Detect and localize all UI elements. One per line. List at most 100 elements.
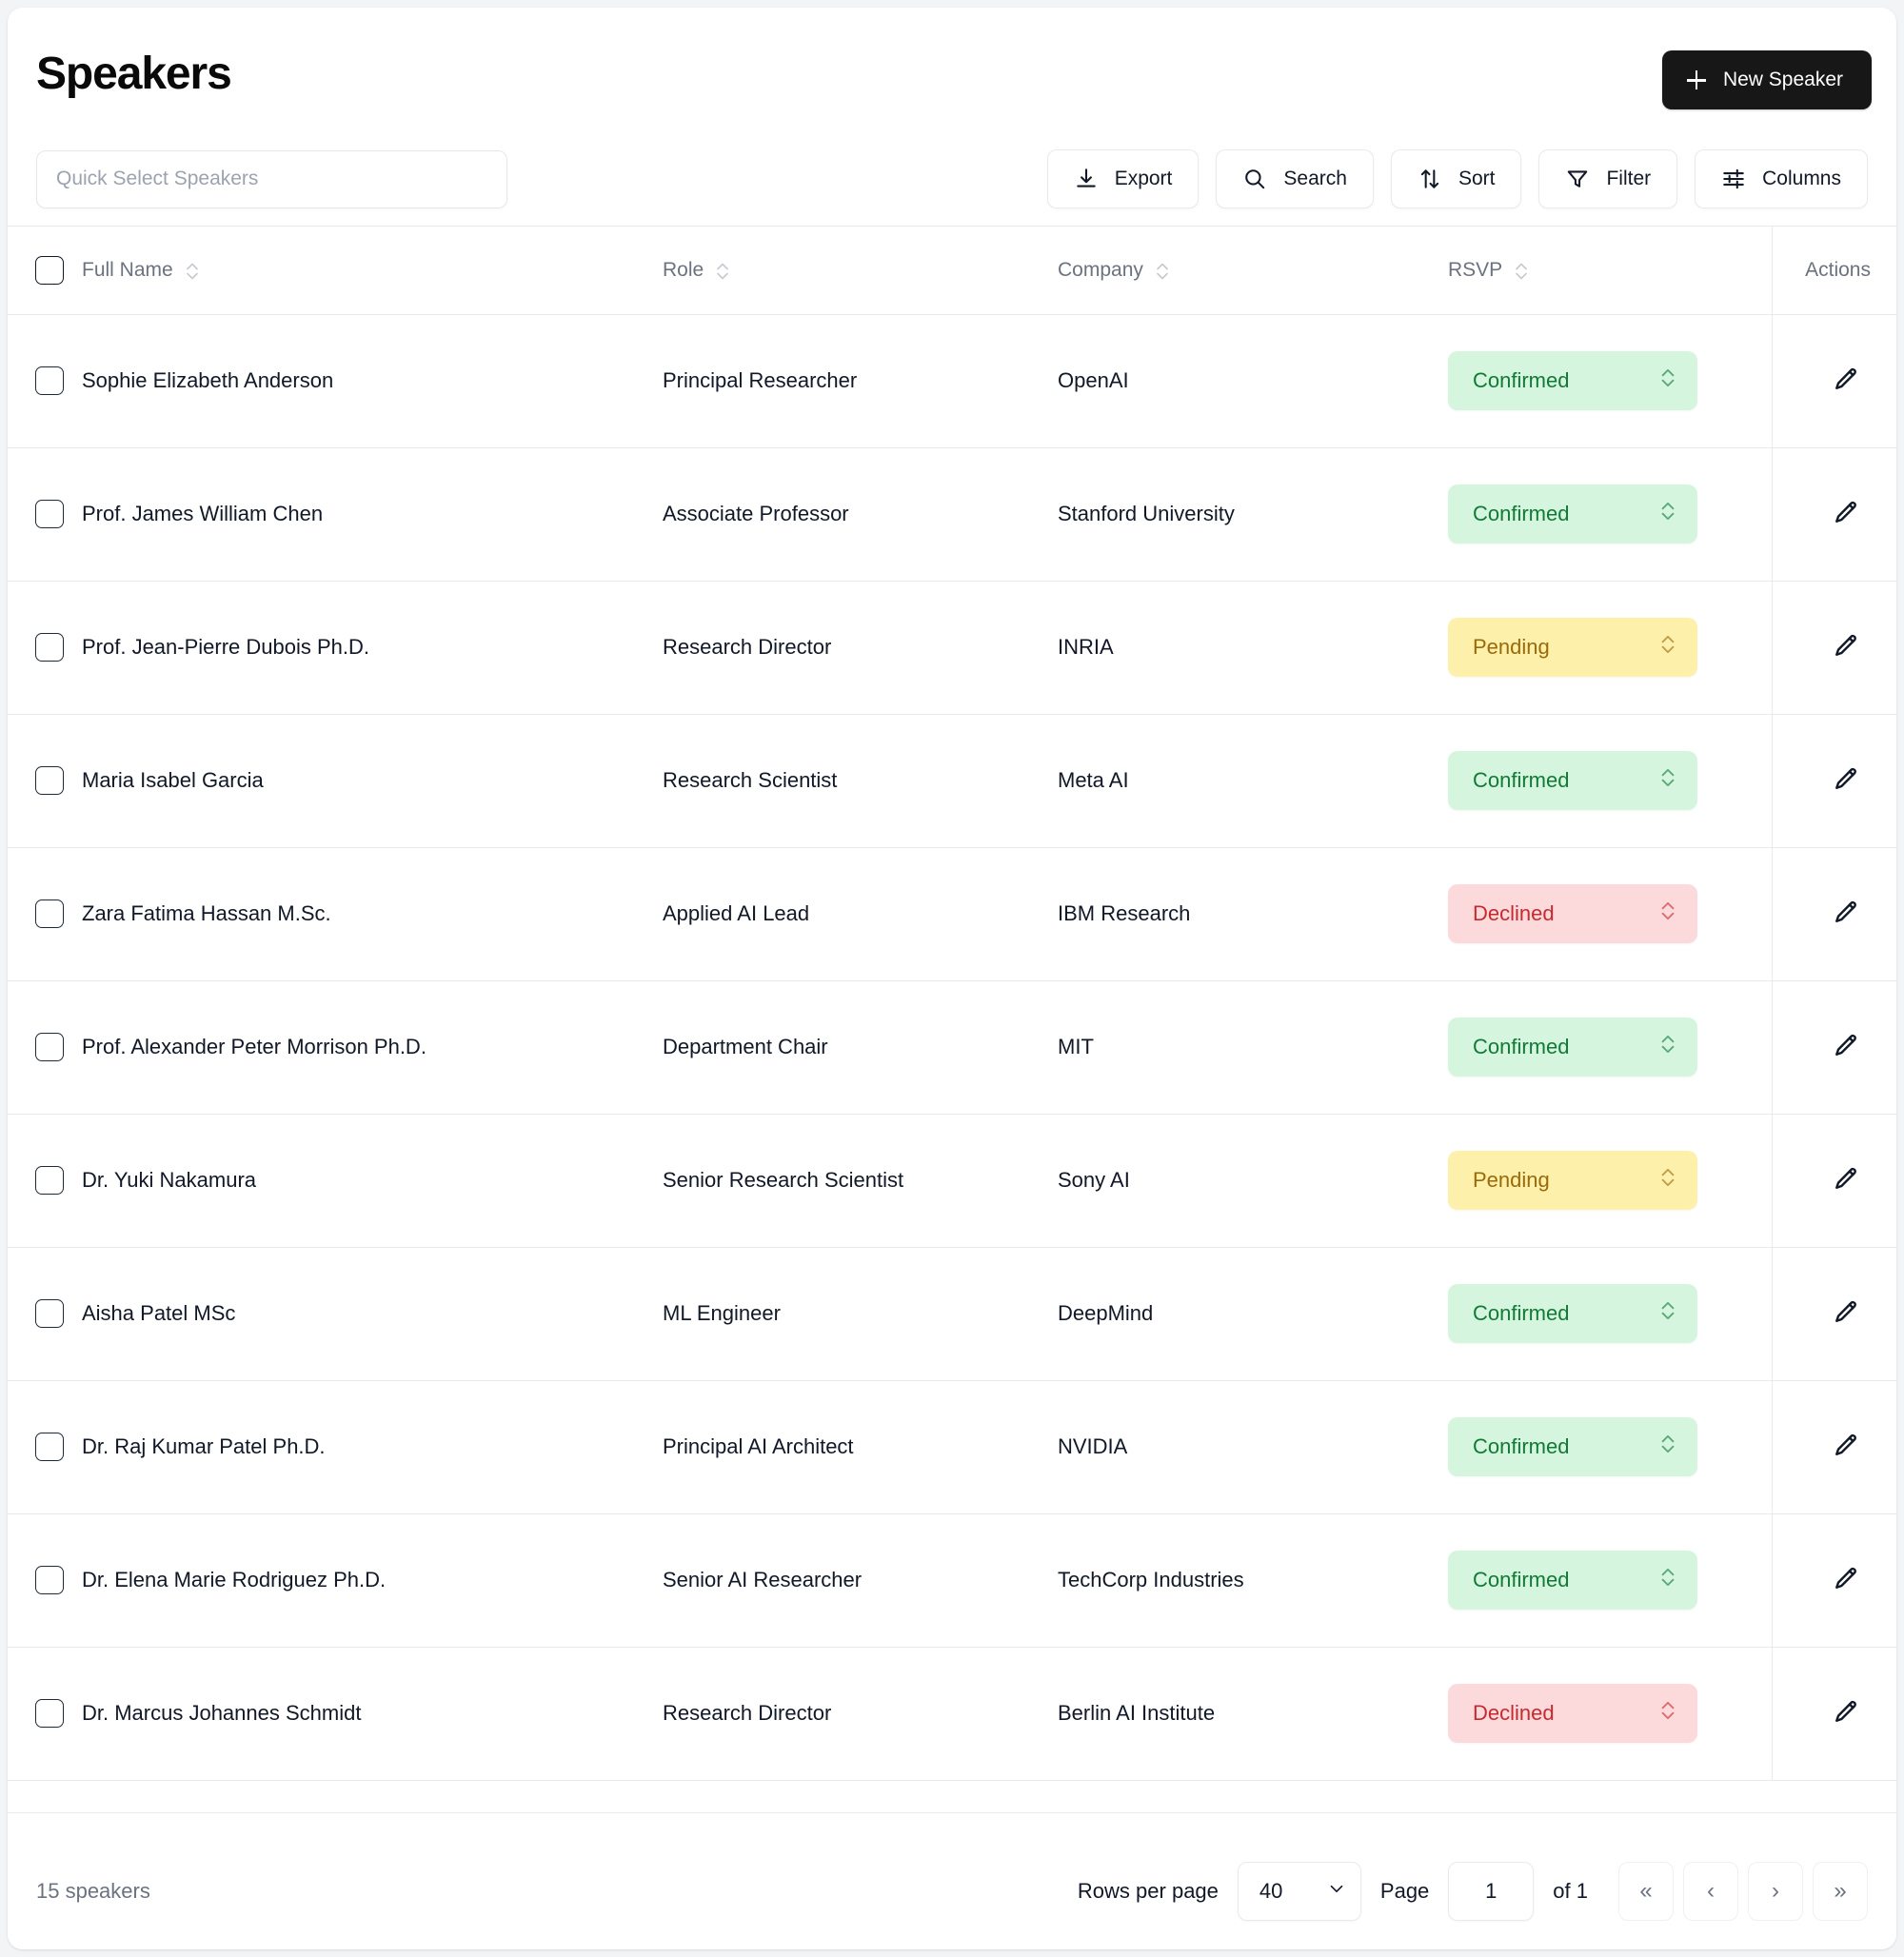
table-row[interactable]: Sophie Elizabeth Anderson Principal Resea…	[8, 314, 1896, 448]
cell-full-name: Prof. Alexander Peter Morrison Ph.D.	[82, 980, 663, 1115]
rsvp-status-select[interactable]: Pending	[1448, 1151, 1697, 1210]
cell-actions	[1771, 1513, 1896, 1648]
page-title: Speakers	[36, 49, 232, 99]
row-select-checkbox[interactable]	[35, 1033, 64, 1061]
new-speaker-button[interactable]: New Speaker	[1661, 50, 1872, 109]
chevron-updown-icon	[1659, 632, 1676, 662]
row-select-checkbox[interactable]	[35, 766, 64, 795]
table-row[interactable]: Zara Fatima Hassan M.Sc. Applied AI Lead I…	[8, 847, 1896, 981]
pencil-icon	[1832, 499, 1860, 530]
funnel-icon	[1565, 167, 1590, 191]
columns-button[interactable]: Columns	[1695, 149, 1868, 208]
sort-button[interactable]: Sort	[1390, 149, 1522, 208]
table-row[interactable]: Prof. James William Chen Associate Profes…	[8, 447, 1896, 582]
rsvp-status-select[interactable]: Declined	[1448, 884, 1697, 943]
edit-row-button[interactable]	[1821, 623, 1871, 672]
cell-rsvp: Confirmed	[1448, 1513, 1772, 1648]
row-select-checkbox[interactable]	[35, 1166, 64, 1195]
row-select-checkbox[interactable]	[35, 1699, 64, 1728]
column-header-company[interactable]: Company	[1058, 227, 1448, 315]
first-page-button[interactable]: «	[1618, 1862, 1674, 1921]
cell-role: Senior AI Researcher	[663, 1513, 1058, 1648]
rows-per-page-select[interactable]: 40	[1237, 1862, 1361, 1921]
chevron-updown-icon	[1659, 1698, 1676, 1729]
cell-rsvp: Confirmed	[1448, 314, 1772, 448]
rsvp-status-select[interactable]: Confirmed	[1448, 1417, 1697, 1476]
row-select-checkbox[interactable]	[35, 366, 64, 395]
rsvp-status-label: Confirmed	[1473, 1301, 1570, 1325]
rsvp-status-select[interactable]: Pending	[1448, 618, 1697, 677]
table-body: Sophie Elizabeth Anderson Principal Resea…	[8, 314, 1896, 1781]
row-select-checkbox[interactable]	[35, 1299, 64, 1328]
cell-company: IBM Research	[1058, 847, 1448, 981]
rsvp-status-label: Confirmed	[1473, 1568, 1570, 1591]
sort-chevrons-icon[interactable]	[1514, 256, 1529, 285]
row-select-checkbox[interactable]	[35, 1433, 64, 1461]
row-select-cell	[8, 714, 82, 848]
edit-row-button[interactable]	[1821, 356, 1871, 405]
cell-actions	[1771, 1647, 1896, 1781]
cell-full-name: Sophie Elizabeth Anderson	[82, 314, 663, 448]
edit-row-button[interactable]	[1821, 1555, 1871, 1605]
row-select-checkbox[interactable]	[35, 1566, 64, 1594]
cell-full-name: Prof. James William Chen	[82, 447, 663, 582]
column-header-rsvp[interactable]: RSVP	[1448, 227, 1772, 315]
search-button[interactable]: Search	[1216, 149, 1374, 208]
next-page-button[interactable]: ›	[1748, 1862, 1803, 1921]
table-row[interactable]: Dr. Marcus Johannes Schmidt Research Dire…	[8, 1647, 1896, 1781]
rsvp-status-label: Confirmed	[1473, 502, 1570, 525]
rsvp-status-select[interactable]: Confirmed	[1448, 751, 1697, 810]
table-row[interactable]: Prof. Alexander Peter Morrison Ph.D. Depa…	[8, 980, 1896, 1115]
edit-row-button[interactable]	[1821, 1289, 1871, 1338]
row-select-checkbox[interactable]	[35, 899, 64, 928]
row-select-checkbox[interactable]	[35, 500, 64, 528]
column-header-full-name[interactable]: Full Name	[82, 227, 663, 315]
sort-chevrons-icon[interactable]	[715, 256, 730, 285]
pencil-icon	[1832, 765, 1860, 797]
cell-actions	[1771, 714, 1896, 848]
chevron-updown-icon	[1659, 765, 1676, 796]
edit-row-button[interactable]	[1821, 1689, 1871, 1738]
table-row[interactable]: Aisha Patel MSc ML Engineer DeepMind Confir…	[8, 1247, 1896, 1381]
table-row[interactable]: Prof. Jean-Pierre Dubois Ph.D. Research D…	[8, 581, 1896, 715]
edit-row-button[interactable]	[1821, 489, 1871, 539]
rsvp-status-select[interactable]: Confirmed	[1448, 1018, 1697, 1077]
rsvp-status-select[interactable]: Confirmed	[1448, 1284, 1697, 1343]
table-row[interactable]: Dr. Elena Marie Rodriguez Ph.D. Senior AI…	[8, 1513, 1896, 1648]
sort-chevrons-icon[interactable]	[1155, 256, 1170, 285]
pencil-icon	[1832, 1698, 1860, 1730]
pencil-icon	[1832, 899, 1860, 930]
previous-page-button[interactable]: ‹	[1683, 1862, 1738, 1921]
column-header-rsvp-label: RSVP	[1448, 258, 1503, 281]
filter-button[interactable]: Filter	[1538, 149, 1678, 208]
quick-select-speakers-input[interactable]	[36, 149, 507, 208]
select-all-checkbox[interactable]	[35, 255, 64, 285]
pencil-icon	[1832, 1565, 1860, 1596]
column-header-actions-label: Actions	[1805, 258, 1871, 281]
row-select-checkbox[interactable]	[35, 633, 64, 662]
page-number-input[interactable]	[1448, 1862, 1535, 1921]
last-page-button[interactable]: »	[1813, 1862, 1868, 1921]
table-row[interactable]: Dr. Yuki Nakamura Senior Research Scienti…	[8, 1114, 1896, 1248]
edit-row-button[interactable]	[1821, 1156, 1871, 1205]
rsvp-status-select[interactable]: Declined	[1448, 1684, 1697, 1743]
table-row[interactable]: Maria Isabel Garcia Research Scientist Met…	[8, 714, 1896, 848]
cell-full-name: Dr. Marcus Johannes Schmidt	[82, 1647, 663, 1781]
cell-company: MIT	[1058, 980, 1448, 1115]
chevron-down-icon	[1326, 1878, 1347, 1905]
rsvp-status-select[interactable]: Confirmed	[1448, 484, 1697, 544]
rsvp-status-select[interactable]: Confirmed	[1448, 1551, 1697, 1610]
edit-row-button[interactable]	[1821, 1422, 1871, 1472]
sort-chevrons-icon[interactable]	[185, 256, 200, 285]
column-header-role[interactable]: Role	[663, 227, 1058, 315]
edit-row-button[interactable]	[1821, 756, 1871, 805]
rsvp-status-select[interactable]: Confirmed	[1448, 351, 1697, 410]
table-scroll-tail	[8, 1780, 1896, 1813]
speakers-table-container: Full Name Role Company RSVP Actions Soph…	[8, 226, 1896, 1833]
table-row[interactable]: Dr. Raj Kumar Patel Ph.D. Principal AI Ar…	[8, 1380, 1896, 1514]
export-button[interactable]: Export	[1046, 149, 1200, 208]
edit-row-button[interactable]	[1821, 1022, 1871, 1072]
edit-row-button[interactable]	[1821, 889, 1871, 939]
row-select-cell	[8, 980, 82, 1115]
columns-button-label: Columns	[1762, 168, 1841, 189]
